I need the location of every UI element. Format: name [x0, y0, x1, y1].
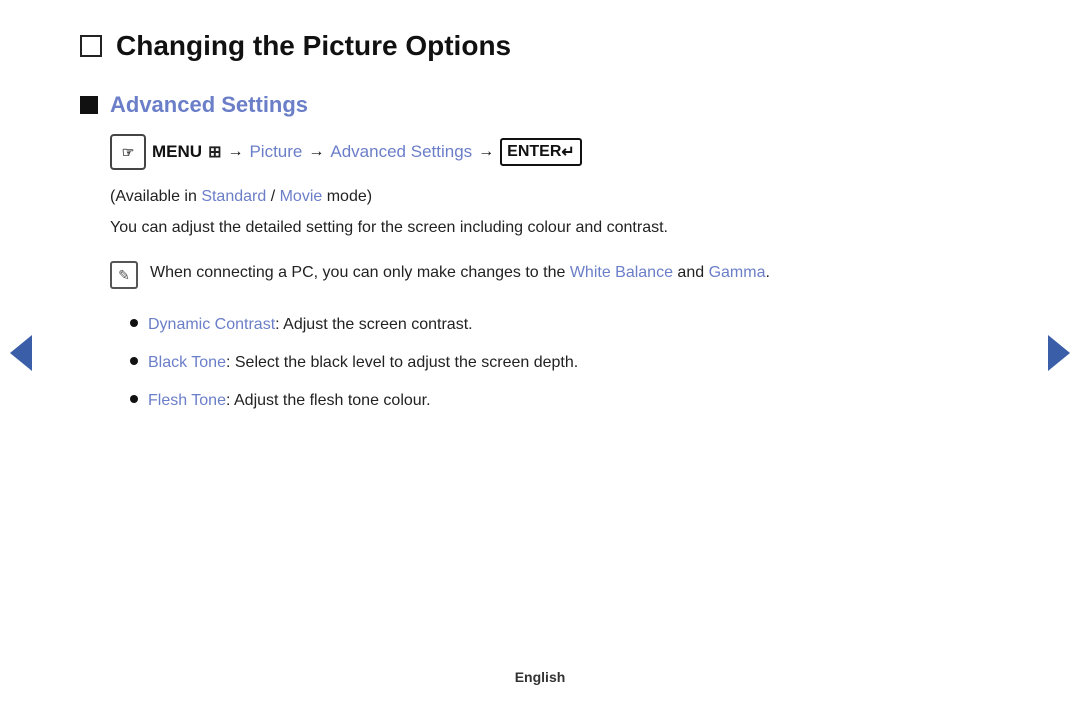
page-container: Changing the Picture Options Advanced Se… — [0, 0, 1080, 705]
footer-language: English — [515, 669, 566, 685]
page-title-row: Changing the Picture Options — [80, 30, 1000, 62]
bullet-dot-icon — [130, 357, 138, 365]
description-text: You can adjust the detailed setting for … — [110, 216, 1000, 240]
bullet-list: Dynamic Contrast: Adjust the screen cont… — [130, 313, 1000, 413]
note-text: When connecting a PC, you can only make … — [150, 260, 770, 286]
page-title: Changing the Picture Options — [116, 30, 511, 62]
arrow1: → — [227, 143, 243, 161]
list-item: Black Tone: Select the black level to ad… — [130, 351, 1000, 375]
available-slash: / — [266, 188, 279, 205]
movie-link[interactable]: Movie — [280, 188, 323, 205]
standard-link[interactable]: Standard — [201, 188, 266, 205]
list-item: Dynamic Contrast: Adjust the screen cont… — [130, 313, 1000, 337]
bullet-text-0: : Adjust the screen contrast. — [275, 316, 472, 333]
note-row: ✎ When connecting a PC, you can only mak… — [110, 260, 1000, 289]
menu-path-row: ☞ MENU ⊞ → Picture → Advanced Settings →… — [110, 134, 1000, 170]
picture-link[interactable]: Picture — [249, 142, 302, 162]
arrow2: → — [308, 143, 324, 161]
menu-m-icon: ⊞ — [208, 142, 221, 162]
nav-arrow-right[interactable] — [1048, 335, 1070, 371]
nav-arrow-left[interactable] — [10, 335, 32, 371]
note-icon: ✎ — [110, 261, 138, 289]
bullet-link-0[interactable]: Dynamic Contrast — [148, 316, 275, 333]
section-header-row: Advanced Settings — [80, 92, 1000, 118]
menu-label: MENU — [152, 142, 202, 162]
bullet-dot-icon — [130, 395, 138, 403]
enter-icon: ENTER↵ — [500, 138, 582, 166]
page-title-checkbox-icon — [80, 35, 102, 57]
note-text-before: When connecting a PC, you can only make … — [150, 264, 570, 281]
section-black-square-icon — [80, 96, 98, 114]
bullet-dot-icon — [130, 319, 138, 327]
bullet-text-2: : Adjust the flesh tone colour. — [226, 392, 431, 409]
list-item: Flesh Tone: Adjust the flesh tone colour… — [130, 389, 1000, 413]
bullet-link-1[interactable]: Black Tone — [148, 354, 226, 371]
available-text: (Available in Standard / Movie mode) — [110, 188, 1000, 206]
available-after: mode) — [322, 188, 372, 205]
bullet-text-1: : Select the black level to adjust the s… — [226, 354, 578, 371]
note-text-middle: and — [673, 264, 709, 281]
bullet-link-2[interactable]: Flesh Tone — [148, 392, 226, 409]
menu-button-icon: ☞ — [110, 134, 146, 170]
gamma-link[interactable]: Gamma — [709, 264, 766, 281]
arrow3: → — [478, 143, 494, 161]
section-title: Advanced Settings — [110, 92, 308, 118]
note-text-after: . — [765, 264, 769, 281]
available-before: (Available in — [110, 188, 201, 205]
white-balance-link[interactable]: White Balance — [570, 264, 673, 281]
advanced-settings-link[interactable]: Advanced Settings — [330, 142, 472, 162]
